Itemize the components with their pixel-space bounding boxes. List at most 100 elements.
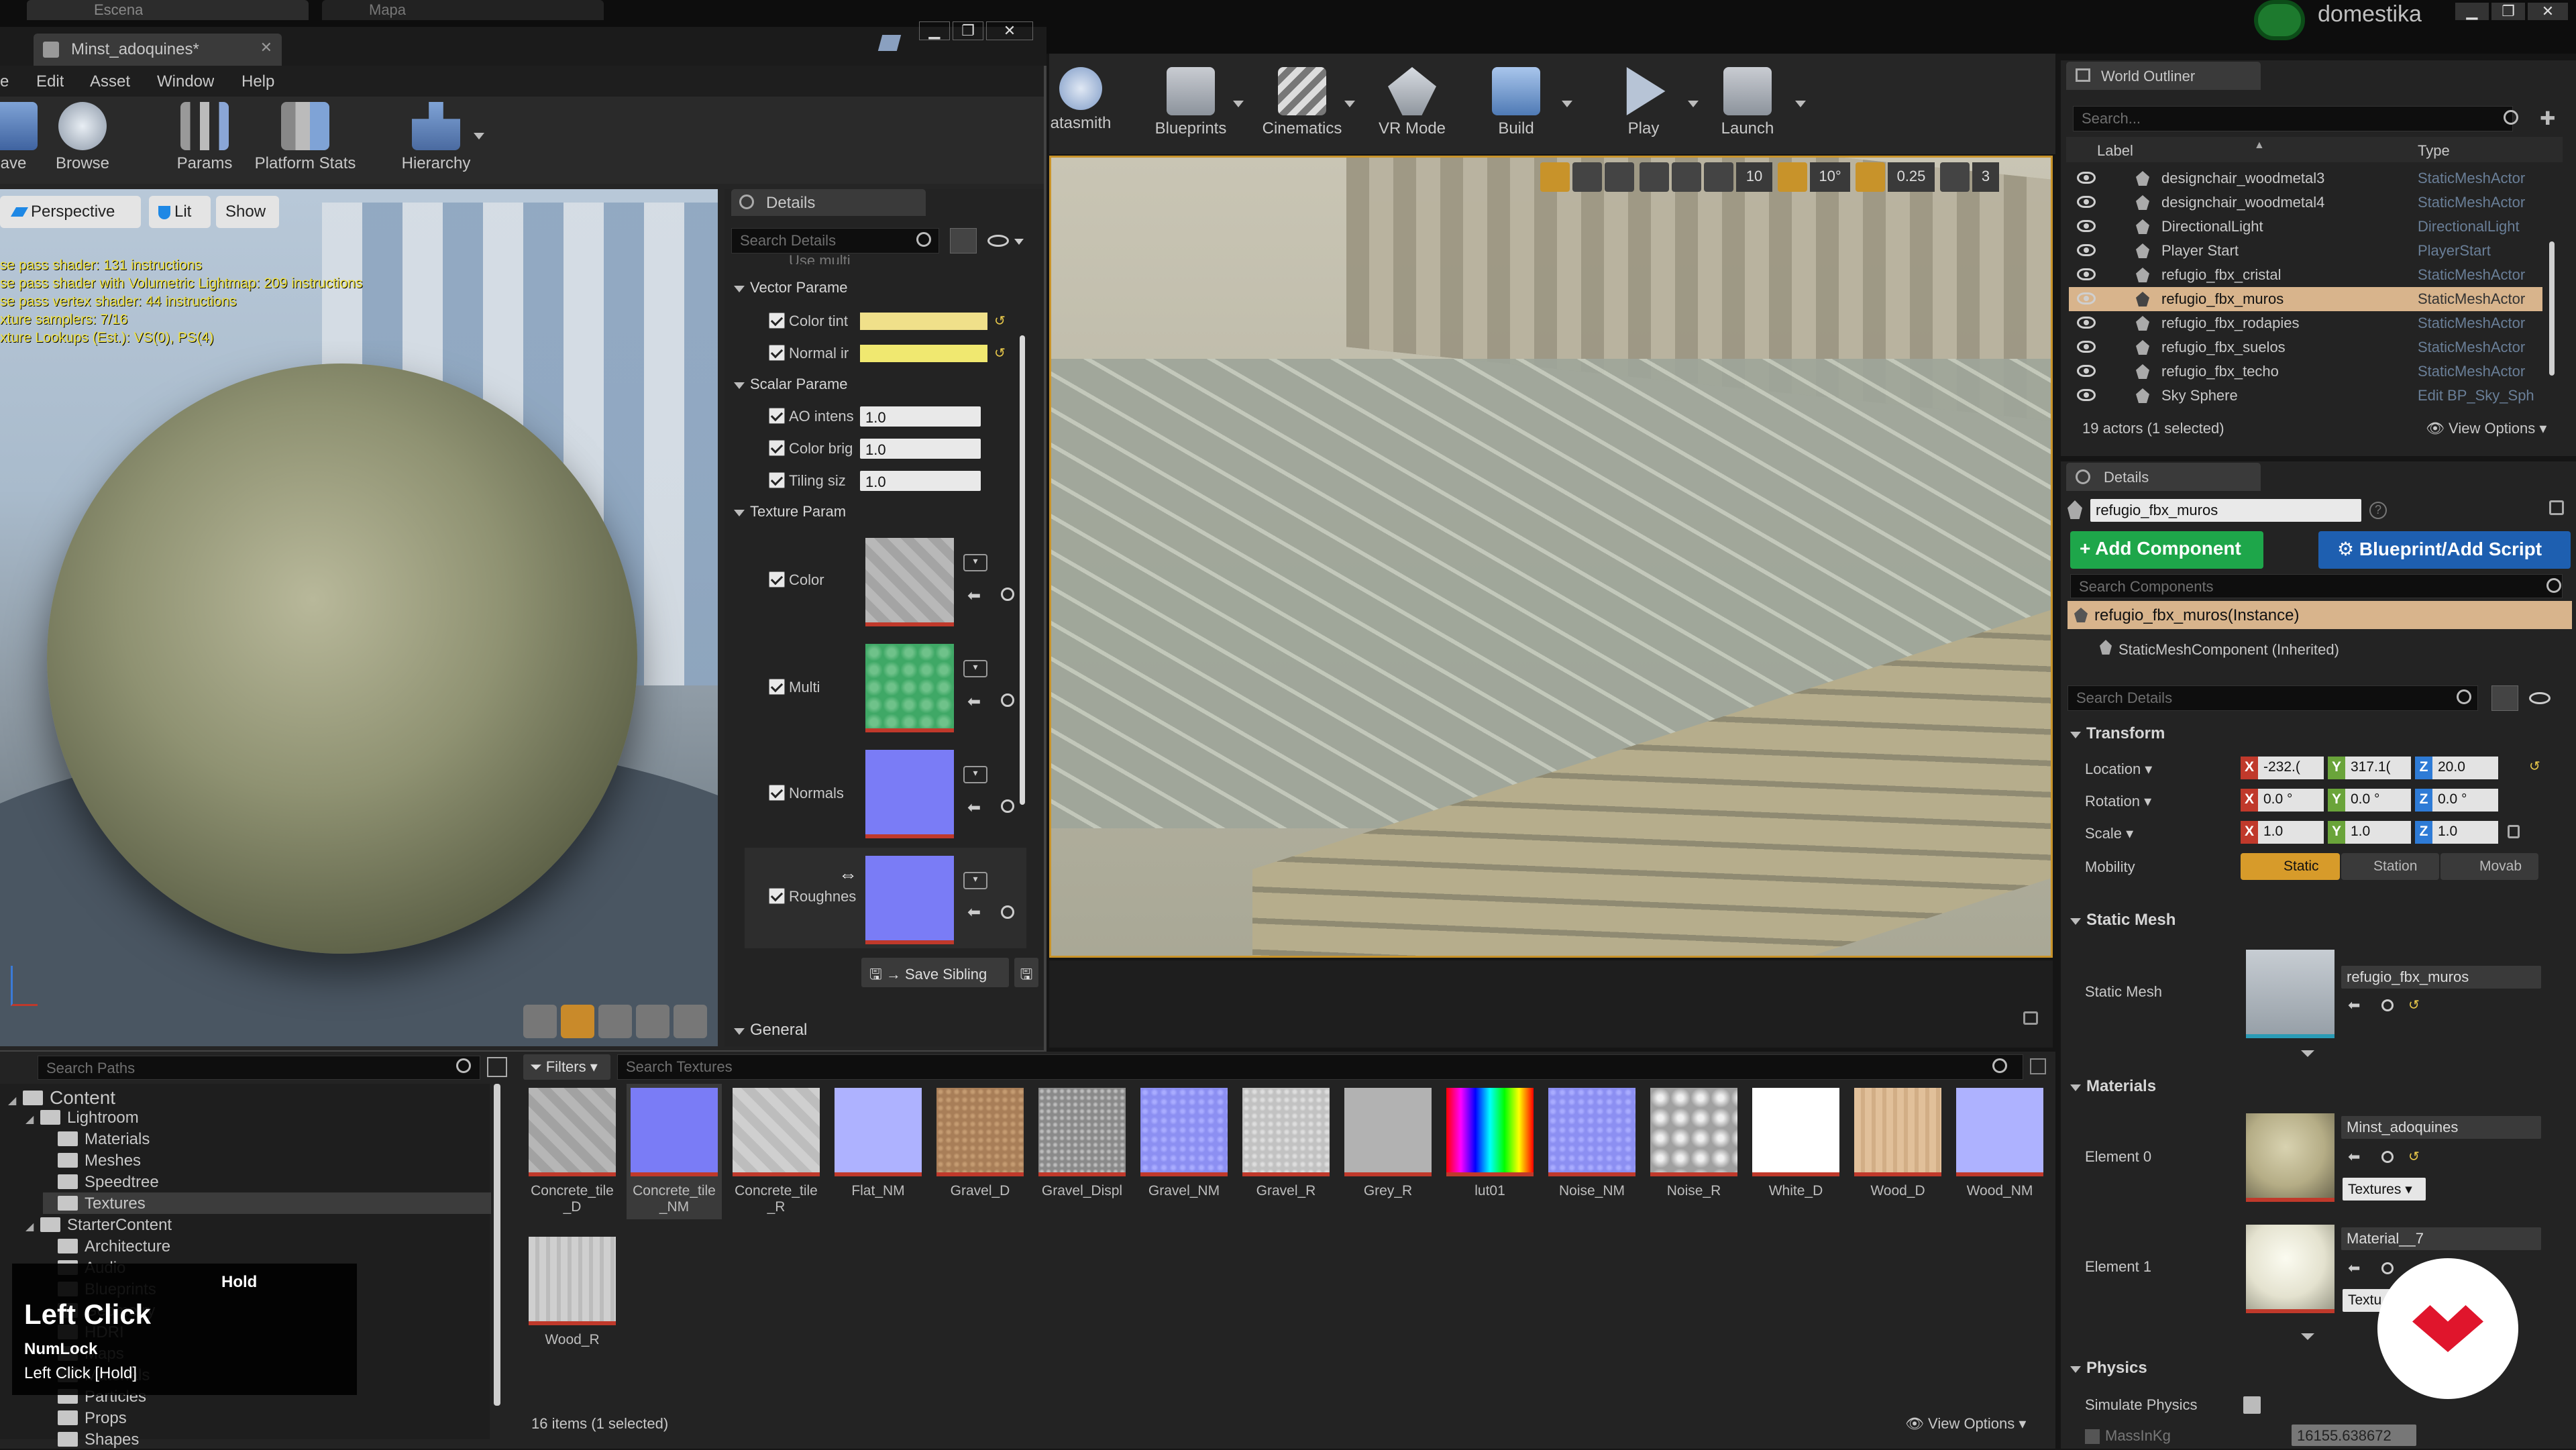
window-minimize-button[interactable]: ▁ xyxy=(2455,3,2489,20)
visibility-eye-icon[interactable] xyxy=(2077,389,2096,401)
outliner-scrollbar[interactable] xyxy=(2549,241,2555,376)
mat-close-button[interactable]: ✕ xyxy=(986,21,1033,40)
expanded-arrow-icon[interactable]: ◢ xyxy=(25,1113,40,1126)
transform-section[interactable]: Transform xyxy=(2070,724,2165,743)
folder-tree-item[interactable]: ◢ StarterContent xyxy=(25,1214,491,1235)
save-child-button[interactable]: 🖫 xyxy=(1014,958,1038,987)
window-close-button[interactable]: ✕ xyxy=(2528,3,2568,20)
physics-section[interactable]: Physics xyxy=(2070,1359,2147,1378)
texture-color-checkbox[interactable] xyxy=(769,571,785,588)
vector-params-section[interactable]: Vector Parame xyxy=(734,279,848,296)
scalar-params-section[interactable]: Scalar Parame xyxy=(734,376,848,393)
element1-find-icon[interactable] xyxy=(2381,1262,2394,1274)
visibility-eye-icon[interactable] xyxy=(2077,196,2096,208)
visibility-eye-icon[interactable] xyxy=(2077,292,2096,304)
simulate-physics-checkbox[interactable] xyxy=(2243,1396,2261,1414)
folder-tree-item[interactable]: ◢ Content xyxy=(8,1085,491,1107)
folder-tree-item[interactable]: Textures xyxy=(43,1192,491,1214)
general-section[interactable]: General xyxy=(734,1021,807,1040)
outliner-row[interactable]: refugio_fbx_suelos StaticMeshActor xyxy=(2069,335,2542,359)
outliner-view-options[interactable]: 👁 View Options ▾ xyxy=(2426,420,2546,437)
folder-tree-item[interactable]: Meshes xyxy=(43,1150,491,1171)
mobility-stationary-button[interactable]: Station xyxy=(2341,853,2439,880)
outliner-row[interactable]: refugio_fbx_techo StaticMeshActor xyxy=(2069,359,2542,384)
materials-section[interactable]: Materials xyxy=(2070,1077,2156,1096)
texture-normals-dropdown[interactable]: ▾ xyxy=(963,766,987,783)
color-brightness-field[interactable]: 1.0 xyxy=(860,439,981,459)
asset-tile[interactable]: Concrete_tile_NM xyxy=(627,1084,722,1219)
folder-tree-item[interactable]: Speedtree xyxy=(43,1171,491,1192)
location-label[interactable]: Location ▾ xyxy=(2085,761,2152,778)
element1-thumb[interactable] xyxy=(2246,1225,2334,1313)
asset-tile[interactable]: Wood_D xyxy=(1854,1088,1941,1199)
level-viewport[interactable] xyxy=(1049,156,2053,958)
outliner-row[interactable]: designchair_woodmetal4 StaticMeshActor xyxy=(2069,190,2542,215)
surface-snap-icon[interactable] xyxy=(1672,162,1701,192)
static-mesh-section[interactable]: Static Mesh xyxy=(2070,911,2176,930)
texture-normals-checkbox[interactable] xyxy=(769,785,785,801)
preview-plane-button[interactable] xyxy=(598,1005,632,1038)
normal-intensity-checkbox[interactable] xyxy=(769,345,785,361)
static-mesh-thumb[interactable] xyxy=(2246,950,2334,1038)
grid-view-button[interactable] xyxy=(950,228,977,254)
location-reset-icon[interactable]: ↺ xyxy=(2529,758,2540,775)
blueprints-button[interactable]: Blueprints xyxy=(1147,67,1234,138)
location-y-field[interactable]: Y 317.1( xyxy=(2328,757,2411,779)
color-tint-swatch[interactable] xyxy=(860,313,987,330)
play-dropdown-icon[interactable] xyxy=(1688,101,1699,107)
scale-tool-icon[interactable] xyxy=(1605,162,1634,192)
outliner-row[interactable]: refugio_fbx_muros StaticMeshActor xyxy=(2069,287,2542,311)
instance-row[interactable]: refugio_fbx_muros(Instance) xyxy=(2068,601,2572,629)
content-view-options[interactable]: 👁 View Options ▾ xyxy=(1905,1415,2026,1433)
blueprint-script-button[interactable]: ⚙ Blueprint/Add Script xyxy=(2318,531,2571,569)
rotation-z-field[interactable]: Z 0.0 ° xyxy=(2415,789,2498,812)
menu-file[interactable]: e xyxy=(0,72,9,91)
location-x-field[interactable]: X -232.( xyxy=(2241,757,2324,779)
asset-tile[interactable]: White_D xyxy=(1752,1088,1839,1199)
element0-thumb[interactable] xyxy=(2246,1113,2334,1202)
cinematics-button[interactable]: Cinematics xyxy=(1252,67,1352,138)
outliner-row[interactable]: Sky Sphere Edit BP_Sky_Sph xyxy=(2069,384,2542,408)
save-sibling-button[interactable]: 🖫 → Save Sibling xyxy=(861,958,1009,987)
folder-tree-item[interactable]: Materials xyxy=(43,1128,491,1150)
element0-use-icon[interactable]: ⬅ xyxy=(2348,1148,2360,1166)
expanded-arrow-icon[interactable]: ◢ xyxy=(8,1094,23,1107)
lock-icon[interactable] xyxy=(2023,1011,2038,1025)
scale-y-field[interactable]: Y 1.0 xyxy=(2328,821,2411,844)
folder-tree-item[interactable]: Props xyxy=(43,1407,491,1429)
texture-color-dropdown[interactable]: ▾ xyxy=(963,554,987,571)
outliner-add-icon[interactable]: ✚ xyxy=(2540,107,2560,129)
texture-multi-find-icon[interactable] xyxy=(1001,693,1014,707)
texture-multi-thumb[interactable] xyxy=(865,644,954,732)
window-maximize-button[interactable]: ❐ xyxy=(2491,3,2525,20)
outliner-row[interactable]: DirectionalLight DirectionalLight xyxy=(2069,215,2542,239)
visibility-dropdown-icon[interactable] xyxy=(1014,239,1024,245)
show-button[interactable]: Show xyxy=(216,196,279,228)
asset-tile[interactable]: Gravel_NM xyxy=(1140,1088,1228,1199)
element1-dropdown[interactable]: Material__7 xyxy=(2341,1227,2541,1250)
save-search-icon[interactable] xyxy=(2030,1058,2046,1074)
folder-tree-item[interactable]: Architecture xyxy=(43,1235,491,1257)
asset-tile[interactable]: Noise_NM xyxy=(1548,1088,1635,1199)
col-type[interactable]: Type xyxy=(2418,142,2450,160)
rotation-y-field[interactable]: Y 0.0 ° xyxy=(2328,789,2411,812)
visibility-eye-icon[interactable] xyxy=(2077,172,2096,184)
scale-x-field[interactable]: X 1.0 xyxy=(2241,821,2324,844)
material-tab[interactable]: Minst_adoquines* ✕ xyxy=(34,34,282,66)
visibility-eye-icon[interactable] xyxy=(987,235,1009,247)
texture-multi-use-icon[interactable]: ⬅ xyxy=(967,692,981,712)
rotation-x-field[interactable]: X 0.0 ° xyxy=(2241,789,2324,812)
texture-roughness-use-icon[interactable]: ⬅ xyxy=(967,903,981,922)
outliner-row[interactable]: refugio_fbx_cristal StaticMeshActor xyxy=(2069,263,2542,287)
preview-cylinder-button[interactable] xyxy=(523,1005,557,1038)
search-textures[interactable]: Search Textures xyxy=(617,1054,2023,1080)
actor-visibility-icon[interactable] xyxy=(2529,692,2551,704)
grid-size-button[interactable]: 10 xyxy=(1736,162,1772,192)
menu-window[interactable]: Window xyxy=(157,72,214,91)
normal-intensity-reset-icon[interactable]: ↺ xyxy=(994,345,1006,361)
asset-tile[interactable]: Wood_R xyxy=(529,1237,616,1348)
static-mesh-reset-icon[interactable]: ↺ xyxy=(2408,997,2420,1013)
asset-tile[interactable]: Noise_R xyxy=(1650,1088,1737,1199)
static-mesh-find-icon[interactable] xyxy=(2381,999,2394,1011)
menu-help[interactable]: Help xyxy=(241,72,274,91)
